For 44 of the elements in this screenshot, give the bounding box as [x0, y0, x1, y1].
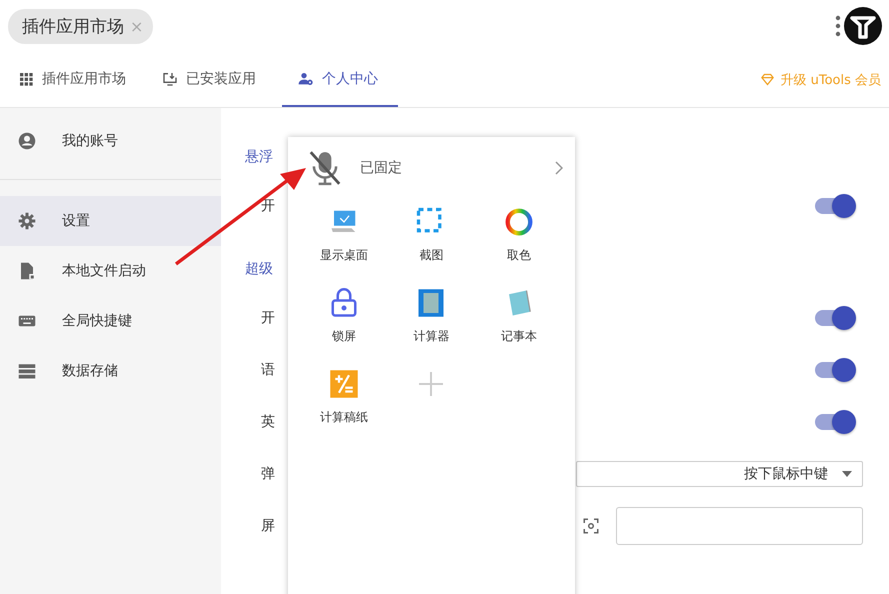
app-tile[interactable]: 计算器	[388, 286, 476, 345]
setting-label: 弹	[261, 465, 275, 483]
more-icon[interactable]	[835, 15, 841, 37]
user-gear-icon	[298, 70, 314, 86]
app-tile[interactable]: 显示桌面	[300, 205, 388, 264]
sidebar-item[interactable]: 全局快捷键	[0, 296, 221, 346]
setting-label: 语	[261, 361, 275, 379]
file-icon	[18, 262, 36, 280]
setting-label: 开	[261, 309, 275, 327]
account-icon	[18, 132, 36, 150]
chevron-right-icon[interactable]	[555, 161, 563, 175]
app-tile[interactable]: 截图	[388, 205, 476, 264]
download-monitor-icon	[162, 70, 178, 86]
diamond-icon	[760, 72, 776, 87]
app-tile[interactable]: 记事本	[475, 286, 563, 345]
app-tile[interactable]: 取色	[475, 205, 563, 264]
sidebar-item[interactable]: 数据存储	[0, 346, 221, 396]
logo-icon	[843, 6, 883, 46]
app-tab-chip[interactable]: 插件应用市场 ×	[8, 8, 154, 44]
gear-icon	[18, 212, 36, 230]
lock-icon	[328, 288, 359, 318]
calculator-icon	[416, 288, 446, 318]
sidebar-item[interactable]: 本地文件启动	[0, 246, 221, 296]
setting-label: 屏	[261, 517, 275, 535]
sidebar-item[interactable]: 我的账号	[0, 120, 221, 180]
dropdown-select[interactable]: 按下鼠标中键	[576, 461, 863, 487]
nav-tab[interactable]: 个人中心	[282, 52, 398, 107]
app-tile[interactable]: 锁屏	[300, 286, 388, 345]
app-tile[interactable]: 计算稿纸	[300, 367, 388, 426]
color-ring-icon	[504, 207, 534, 237]
plus-minus-icon	[328, 369, 359, 399]
nav-tab[interactable]: 已安装应用	[160, 52, 276, 107]
popup-title: 已固定	[360, 159, 403, 177]
list-icon	[18, 362, 36, 380]
focus-icon	[582, 517, 600, 535]
section-title: 悬浮	[245, 148, 273, 167]
setting-label: 英	[261, 413, 275, 431]
caret-icon	[842, 471, 852, 477]
grid-icon	[18, 70, 34, 86]
nav-tab[interactable]: 插件应用市场	[16, 52, 146, 107]
sidebar-item[interactable]: 设置	[0, 196, 221, 246]
setting-label: 开	[261, 197, 275, 215]
shortcut-field[interactable]	[616, 507, 863, 545]
section-title: 超级	[245, 260, 273, 279]
